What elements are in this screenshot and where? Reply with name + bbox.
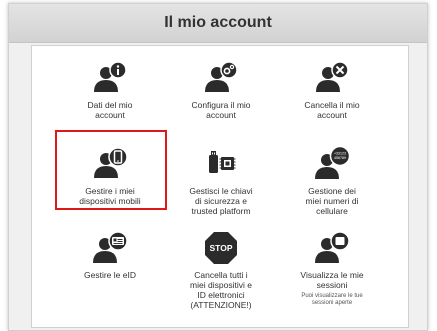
stop-sign-icon: STOP xyxy=(205,232,237,264)
account-data-label: Dati del mio account xyxy=(87,100,133,120)
view-sessions-label: Visualizza le mie sessioni xyxy=(300,270,364,290)
delete-all-devices-item[interactable]: STOP Cancella tutti i miei dispositivi e… xyxy=(163,230,279,310)
security-keys-item[interactable]: Gestisci le chiavi di sicurezza e truste… xyxy=(163,146,279,216)
phone-badge-line-1: +33123 xyxy=(334,152,346,156)
window-header: Il mio account xyxy=(9,4,427,43)
account-data-item[interactable]: Dati del mio account xyxy=(52,60,168,120)
window-title: Il mio account xyxy=(164,14,272,31)
delete-account-label: Cancella il mio account xyxy=(304,100,360,120)
phone-badge-line-2: 456789 xyxy=(334,156,346,160)
user-phone-number-icon: +33123 456789 xyxy=(315,146,350,179)
delete-account-item[interactable]: Cancella il mio account xyxy=(274,60,390,120)
phone-numbers-label: Gestione dei miei numeri di cellulare xyxy=(305,186,359,216)
stop-sign-text: STOP xyxy=(210,243,233,253)
delete-all-devices-label: Cancella tutti i miei dispositivi e ID e… xyxy=(190,270,252,310)
manage-eid-item[interactable]: Gestire le eID xyxy=(52,230,168,280)
account-window: Il mio account Dati del mio account Conf… xyxy=(8,3,428,331)
security-key-icon xyxy=(209,151,236,173)
view-sessions-note: Puoi visualizzare le tue sessioni aperte xyxy=(301,293,363,306)
configure-account-item[interactable]: Configura il mio account xyxy=(163,60,279,120)
phone-numbers-item[interactable]: +33123 456789 Gestione dei miei numeri d… xyxy=(274,146,390,216)
user-info-icon xyxy=(94,61,127,92)
configure-account-label: Configura il mio account xyxy=(191,100,251,120)
user-sessions-icon xyxy=(315,231,350,263)
manage-eid-label: Gestire le eID xyxy=(84,270,136,280)
selection-highlight xyxy=(55,130,167,210)
security-keys-label: Gestisci le chiavi di sicurezza e truste… xyxy=(189,186,253,216)
user-eid-card-icon xyxy=(93,231,128,263)
account-options-panel: Dati del mio account Configura il mio ac… xyxy=(31,45,409,328)
user-delete-icon xyxy=(316,61,349,92)
user-gear-icon xyxy=(205,61,238,92)
view-sessions-item[interactable]: Visualizza le mie sessioni Puoi visualiz… xyxy=(274,230,390,307)
